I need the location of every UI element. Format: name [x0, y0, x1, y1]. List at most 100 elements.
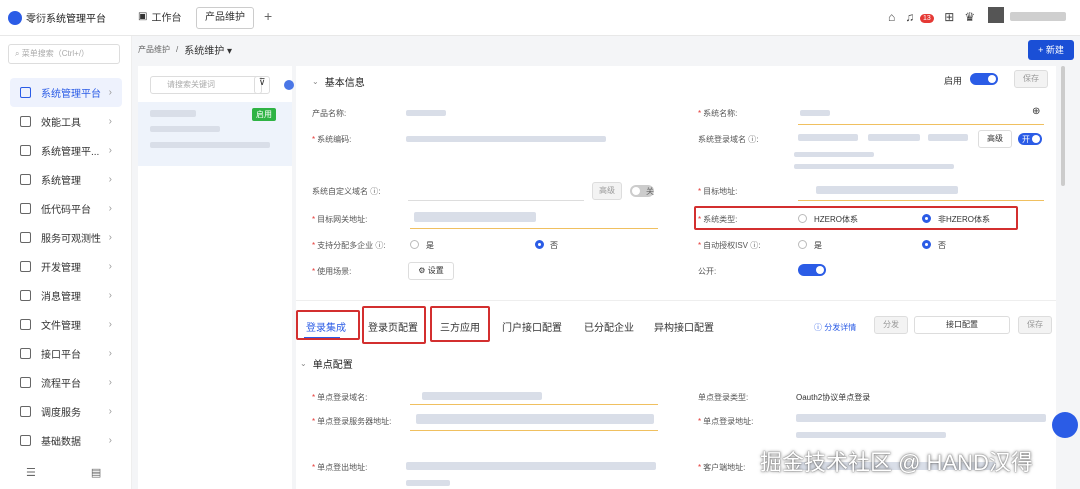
sso-config-header[interactable]: ⌄ 单点配置: [300, 356, 353, 371]
sso-logout-label: 单点登出地址:: [317, 463, 368, 472]
new-button[interactable]: + 新建: [1028, 40, 1074, 60]
sidebar-item-basic-data[interactable]: 基础数据 ›: [10, 426, 122, 455]
auto-isv-no-label: 否: [938, 241, 946, 250]
tools-icon: [20, 116, 31, 127]
login-domain-label: 系统登录域名 ⓘ:: [698, 135, 759, 144]
logo-icon: [8, 10, 22, 25]
message-icon: [20, 290, 31, 301]
system-name-input[interactable]: [798, 124, 1044, 125]
tab-assigned-enterprises[interactable]: 已分配企业: [584, 319, 634, 334]
sidebar: ⌕ 菜单搜索（Ctrl+/） 系统管理平台 › 效能工具 › 系统管理平... › 系…: [0, 36, 132, 489]
breadcrumb: 产品维护 / 系统维护 ▾: [138, 42, 232, 57]
tab-workbench[interactable]: ▣ 工作台: [138, 9, 181, 24]
tab-product-maintain[interactable]: 产品维护: [196, 7, 254, 29]
app-logo[interactable]: 零衍系统管理平台: [8, 10, 106, 25]
custom-domain-advanced-button[interactable]: 高级: [592, 182, 622, 200]
breadcrumb-parent[interactable]: 产品维护: [138, 44, 170, 55]
main-form: ⌄ 基本信息 启用 保存 产品名称: * 系统编码: 系统自定义域名 ⓘ: 高级 …: [296, 66, 1056, 489]
save-tab-button[interactable]: 保存: [1018, 316, 1052, 334]
sidebar-item-workflow-platform[interactable]: 流程平台 ›: [10, 368, 122, 397]
multi-tenant-no-radio[interactable]: [535, 240, 544, 249]
chevron-right-icon: ›: [108, 116, 112, 127]
save-basic-button[interactable]: 保存: [1014, 70, 1048, 88]
tab-portal-api-config[interactable]: 门户接口配置: [502, 319, 562, 334]
system-name-label: 系统名称:: [703, 109, 738, 118]
document-icon[interactable]: ▤: [91, 466, 101, 479]
sso-config-title: 单点配置: [312, 360, 353, 371]
sso-login-address-value: [796, 414, 1046, 422]
list-search-input[interactable]: 请搜索关键词: [150, 76, 262, 94]
filter-icon[interactable]: ⊽: [254, 76, 270, 94]
globe-icon[interactable]: ⊕: [1032, 106, 1040, 117]
sidebar-item-efficiency-tools[interactable]: 效能工具 ›: [10, 107, 122, 136]
sidebar-item-low-code[interactable]: 低代码平台 ›: [10, 194, 122, 223]
sso-domain-value: [422, 392, 542, 400]
sidebar-item-system-admin-platform-2[interactable]: 系统管理平... ›: [10, 136, 122, 165]
gateway-input[interactable]: [410, 228, 658, 229]
sidebar-item-file-admin[interactable]: 文件管理 ›: [10, 310, 122, 339]
sidebar-item-api-platform[interactable]: 接口平台 ›: [10, 339, 122, 368]
dev-icon: [20, 261, 31, 272]
username[interactable]: [1010, 12, 1066, 21]
distribute-button[interactable]: 分发: [874, 316, 908, 334]
distribution-details-link[interactable]: ⓘ 分发详情: [814, 322, 856, 333]
sidebar-item-observability[interactable]: 服务可观测性 ›: [10, 223, 122, 252]
client-address-label: 客户端地址:: [703, 463, 746, 472]
public-toggle[interactable]: [798, 264, 826, 276]
api-config-button[interactable]: 接口配置: [914, 316, 1010, 334]
login-domain-advanced-button[interactable]: 高级: [978, 130, 1012, 148]
system-type-highlight: [694, 206, 1018, 230]
sso-server-input[interactable]: [410, 430, 658, 431]
database-icon: [20, 435, 31, 446]
sidebar-menu: 系统管理平台 › 效能工具 › 系统管理平... › 系统管理 › 低代码平台 › 服务可…: [10, 78, 122, 455]
basic-info-header[interactable]: ⌄ 基本信息: [312, 74, 365, 89]
target-address-input[interactable]: [798, 200, 1044, 201]
auto-isv-no-radio[interactable]: [922, 240, 931, 249]
sso-domain-input[interactable]: [410, 404, 658, 405]
collapse-panel-icon[interactable]: [284, 80, 294, 90]
sso-login-address-label: 单点登录地址:: [703, 417, 754, 426]
multi-tenant-yes-label: 是: [426, 241, 434, 250]
login-domain-part3: [928, 134, 968, 141]
tab-workbench-label: 工作台: [151, 13, 182, 24]
scenario-settings-button[interactable]: ⚙ 设置: [408, 262, 454, 280]
multi-tenant-label: 支持分配多企业 ⓘ:: [317, 241, 386, 250]
product-name-label: 产品名称:: [312, 109, 347, 118]
home-icon[interactable]: ⌂: [888, 10, 895, 24]
multi-tenant-yes-radio[interactable]: [410, 240, 419, 249]
chef-icon[interactable]: ♛: [964, 10, 975, 24]
enable-toggle[interactable]: [970, 73, 998, 85]
sidebar-item-message-admin[interactable]: 消息管理 ›: [10, 281, 122, 310]
custom-domain-input[interactable]: [408, 200, 584, 201]
sso-domain-label: 单点登录域名:: [317, 393, 368, 402]
chevron-right-icon: ›: [108, 377, 112, 388]
tab-heterogeneous-api-config[interactable]: 异构接口配置: [654, 319, 714, 334]
notification-badge: 13: [920, 14, 934, 23]
product-name-value: [406, 110, 446, 116]
login-domain-hint-2: [794, 164, 954, 169]
clock-icon: [20, 406, 31, 417]
workbench-icon: ▣: [138, 11, 148, 22]
chevron-right-icon: ›: [108, 232, 112, 243]
menu-search-input[interactable]: ⌕ 菜单搜索（Ctrl+/）: [8, 44, 120, 64]
assistant-float-button[interactable]: [1052, 412, 1078, 438]
breadcrumb-current[interactable]: 系统维护 ▾: [184, 42, 232, 57]
sidebar-item-system-admin-platform[interactable]: 系统管理平台 ›: [10, 78, 122, 107]
system-name-value: [800, 110, 830, 116]
sidebar-item-dev-admin[interactable]: 开发管理 ›: [10, 252, 122, 281]
collapse-menu-icon[interactable]: ☰: [26, 466, 36, 479]
grid-icon[interactable]: ⊞: [944, 10, 954, 24]
login-domain-part1: [798, 134, 858, 141]
sidebar-item-scheduler[interactable]: 调度服务 ›: [10, 397, 122, 426]
sidebar-item-system-admin[interactable]: 系统管理 ›: [10, 165, 122, 194]
auto-isv-yes-radio[interactable]: [798, 240, 807, 249]
bell-icon[interactable]: ♫: [905, 10, 914, 24]
add-tab-button[interactable]: +: [264, 8, 272, 24]
platform-icon: [20, 145, 31, 156]
avatar[interactable]: [988, 7, 1004, 23]
scrollbar[interactable]: [1061, 66, 1065, 186]
list-item[interactable]: 启用: [138, 102, 292, 166]
sso-type-label: 单点登录类型:: [698, 393, 749, 402]
target-address-value: [816, 186, 958, 194]
list-item-title: [150, 110, 196, 117]
